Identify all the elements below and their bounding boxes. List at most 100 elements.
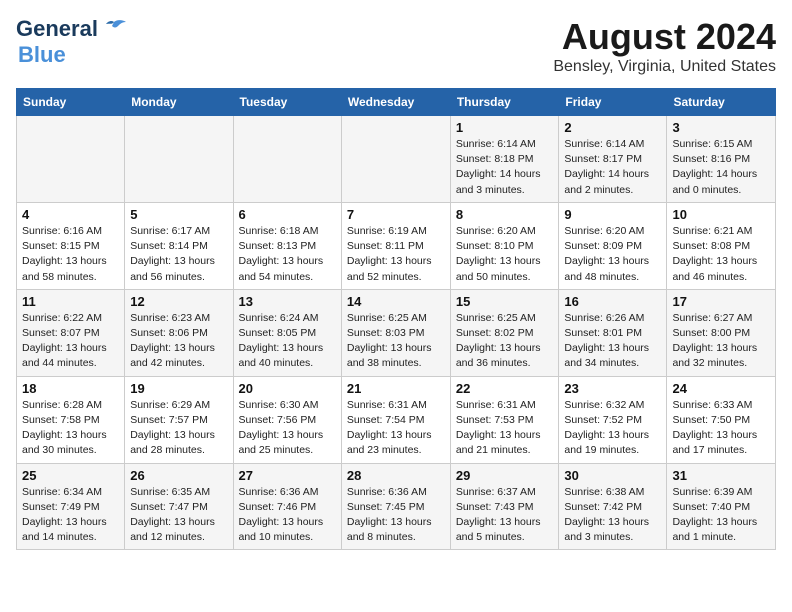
- day-number: 9: [564, 207, 661, 222]
- calendar-week-row: 11Sunrise: 6:22 AM Sunset: 8:07 PM Dayli…: [17, 289, 776, 376]
- calendar-cell: 5 Sunrise: 6:17 AM Sunset: 8:14 PM Daylig…: [125, 202, 233, 289]
- day-number: 10: [672, 207, 770, 222]
- day-number: 6: [239, 207, 336, 222]
- calendar-day-header: Monday: [125, 89, 233, 116]
- calendar-cell: 16 Sunrise: 6:26 AM Sunset: 8:01 PM Dayli…: [559, 289, 667, 376]
- calendar-cell: 7 Sunrise: 6:19 AM Sunset: 8:11 PM Daylig…: [341, 202, 450, 289]
- calendar-header-row: SundayMondayTuesdayWednesdayThursdayFrid…: [17, 89, 776, 116]
- day-number: 3: [672, 120, 770, 135]
- calendar-cell: 30Sunrise: 6:38 AM Sunset: 7:42 PM Dayli…: [559, 463, 667, 550]
- day-info: Sunrise: 6:27 AM Sunset: 8:00 PM Dayligh…: [672, 311, 770, 372]
- day-number: 7: [347, 207, 445, 222]
- day-info: Sunrise: 6:35 AM Sunset: 7:47 PM Dayligh…: [130, 485, 227, 546]
- day-number: 8: [456, 207, 554, 222]
- day-info: Sunrise: 6:18 AM Sunset: 8:13 PM Dayligh…: [239, 224, 336, 285]
- day-info: Sunrise: 6:17 AM Sunset: 8:14 PM Dayligh…: [130, 224, 227, 285]
- day-number: 1: [456, 120, 554, 135]
- calendar-week-row: 18Sunrise: 6:28 AM Sunset: 7:58 PM Dayli…: [17, 376, 776, 463]
- page-title: August 2024: [553, 16, 776, 58]
- logo: General Blue: [16, 16, 128, 68]
- day-info: Sunrise: 6:32 AM Sunset: 7:52 PM Dayligh…: [564, 398, 661, 459]
- page-subtitle: Bensley, Virginia, United States: [553, 58, 776, 76]
- day-info: Sunrise: 6:24 AM Sunset: 8:05 PM Dayligh…: [239, 311, 336, 372]
- day-info: Sunrise: 6:37 AM Sunset: 7:43 PM Dayligh…: [456, 485, 554, 546]
- calendar-table: SundayMondayTuesdayWednesdayThursdayFrid…: [16, 88, 776, 550]
- calendar-cell: 3 Sunrise: 6:15 AM Sunset: 8:16 PM Daylig…: [667, 116, 776, 203]
- day-number: 25: [22, 468, 119, 483]
- calendar-cell: 20 Sunrise: 6:30 AM Sunset: 7:56 PM Dayli…: [233, 376, 341, 463]
- day-number: 31: [672, 468, 770, 483]
- day-number: 14: [347, 294, 445, 309]
- day-number: 17: [672, 294, 770, 309]
- day-number: 4: [22, 207, 119, 222]
- calendar-cell: 26 Sunrise: 6:35 AM Sunset: 7:47 PM Dayli…: [125, 463, 233, 550]
- day-info: Sunrise: 6:19 AM Sunset: 8:11 PM Dayligh…: [347, 224, 445, 285]
- calendar-week-row: 4 Sunrise: 6:16 AM Sunset: 8:15 PM Daylig…: [17, 202, 776, 289]
- calendar-cell: 14Sunrise: 6:25 AM Sunset: 8:03 PM Dayli…: [341, 289, 450, 376]
- day-info: Sunrise: 6:23 AM Sunset: 8:06 PM Dayligh…: [130, 311, 227, 372]
- day-number: 5: [130, 207, 227, 222]
- calendar-cell: [125, 116, 233, 203]
- day-info: Sunrise: 6:30 AM Sunset: 7:56 PM Dayligh…: [239, 398, 336, 459]
- day-info: Sunrise: 6:21 AM Sunset: 8:08 PM Dayligh…: [672, 224, 770, 285]
- day-number: 20: [239, 381, 336, 396]
- day-number: 15: [456, 294, 554, 309]
- logo-blue: Blue: [18, 42, 66, 67]
- day-info: Sunrise: 6:39 AM Sunset: 7:40 PM Dayligh…: [672, 485, 770, 546]
- day-number: 24: [672, 381, 770, 396]
- calendar-cell: 13Sunrise: 6:24 AM Sunset: 8:05 PM Dayli…: [233, 289, 341, 376]
- title-block: August 2024 Bensley, Virginia, United St…: [553, 16, 776, 76]
- calendar-cell: 23Sunrise: 6:32 AM Sunset: 7:52 PM Dayli…: [559, 376, 667, 463]
- day-info: Sunrise: 6:20 AM Sunset: 8:09 PM Dayligh…: [564, 224, 661, 285]
- calendar-day-header: Saturday: [667, 89, 776, 116]
- day-info: Sunrise: 6:26 AM Sunset: 8:01 PM Dayligh…: [564, 311, 661, 372]
- logo-bird-icon: [100, 18, 128, 40]
- calendar-cell: 25 Sunrise: 6:34 AM Sunset: 7:49 PM Dayli…: [17, 463, 125, 550]
- calendar-cell: 9 Sunrise: 6:20 AM Sunset: 8:09 PM Daylig…: [559, 202, 667, 289]
- day-number: 2: [564, 120, 661, 135]
- calendar-cell: 27 Sunrise: 6:36 AM Sunset: 7:46 PM Dayli…: [233, 463, 341, 550]
- calendar-cell: 22Sunrise: 6:31 AM Sunset: 7:53 PM Dayli…: [450, 376, 559, 463]
- day-info: Sunrise: 6:34 AM Sunset: 7:49 PM Dayligh…: [22, 485, 119, 546]
- calendar-cell: 17 Sunrise: 6:27 AM Sunset: 8:00 PM Dayli…: [667, 289, 776, 376]
- day-number: 21: [347, 381, 445, 396]
- calendar-cell: 24 Sunrise: 6:33 AM Sunset: 7:50 PM Dayli…: [667, 376, 776, 463]
- day-number: 30: [564, 468, 661, 483]
- day-info: Sunrise: 6:36 AM Sunset: 7:46 PM Dayligh…: [239, 485, 336, 546]
- day-number: 28: [347, 468, 445, 483]
- calendar-cell: 10 Sunrise: 6:21 AM Sunset: 8:08 PM Dayli…: [667, 202, 776, 289]
- day-number: 27: [239, 468, 336, 483]
- day-number: 12: [130, 294, 227, 309]
- calendar-cell: 1 Sunrise: 6:14 AM Sunset: 8:18 PM Daylig…: [450, 116, 559, 203]
- day-info: Sunrise: 6:20 AM Sunset: 8:10 PM Dayligh…: [456, 224, 554, 285]
- calendar-week-row: 1 Sunrise: 6:14 AM Sunset: 8:18 PM Daylig…: [17, 116, 776, 203]
- day-number: 22: [456, 381, 554, 396]
- calendar-cell: 12 Sunrise: 6:23 AM Sunset: 8:06 PM Dayli…: [125, 289, 233, 376]
- calendar-cell: [341, 116, 450, 203]
- day-number: 19: [130, 381, 227, 396]
- calendar-day-header: Thursday: [450, 89, 559, 116]
- day-info: Sunrise: 6:15 AM Sunset: 8:16 PM Dayligh…: [672, 137, 770, 198]
- logo-general: General: [16, 16, 98, 42]
- calendar-day-header: Wednesday: [341, 89, 450, 116]
- day-info: Sunrise: 6:14 AM Sunset: 8:17 PM Dayligh…: [564, 137, 661, 198]
- calendar-cell: 4 Sunrise: 6:16 AM Sunset: 8:15 PM Daylig…: [17, 202, 125, 289]
- day-info: Sunrise: 6:33 AM Sunset: 7:50 PM Dayligh…: [672, 398, 770, 459]
- day-number: 26: [130, 468, 227, 483]
- day-number: 16: [564, 294, 661, 309]
- calendar-day-header: Friday: [559, 89, 667, 116]
- calendar-cell: [233, 116, 341, 203]
- day-number: 29: [456, 468, 554, 483]
- calendar-cell: 11Sunrise: 6:22 AM Sunset: 8:07 PM Dayli…: [17, 289, 125, 376]
- calendar-cell: 2 Sunrise: 6:14 AM Sunset: 8:17 PM Daylig…: [559, 116, 667, 203]
- calendar-cell: 28Sunrise: 6:36 AM Sunset: 7:45 PM Dayli…: [341, 463, 450, 550]
- day-info: Sunrise: 6:29 AM Sunset: 7:57 PM Dayligh…: [130, 398, 227, 459]
- calendar-cell: [17, 116, 125, 203]
- day-info: Sunrise: 6:16 AM Sunset: 8:15 PM Dayligh…: [22, 224, 119, 285]
- calendar-cell: 6 Sunrise: 6:18 AM Sunset: 8:13 PM Daylig…: [233, 202, 341, 289]
- day-info: Sunrise: 6:31 AM Sunset: 7:54 PM Dayligh…: [347, 398, 445, 459]
- day-info: Sunrise: 6:14 AM Sunset: 8:18 PM Dayligh…: [456, 137, 554, 198]
- day-number: 11: [22, 294, 119, 309]
- calendar-cell: 8 Sunrise: 6:20 AM Sunset: 8:10 PM Daylig…: [450, 202, 559, 289]
- calendar-cell: 31 Sunrise: 6:39 AM Sunset: 7:40 PM Dayli…: [667, 463, 776, 550]
